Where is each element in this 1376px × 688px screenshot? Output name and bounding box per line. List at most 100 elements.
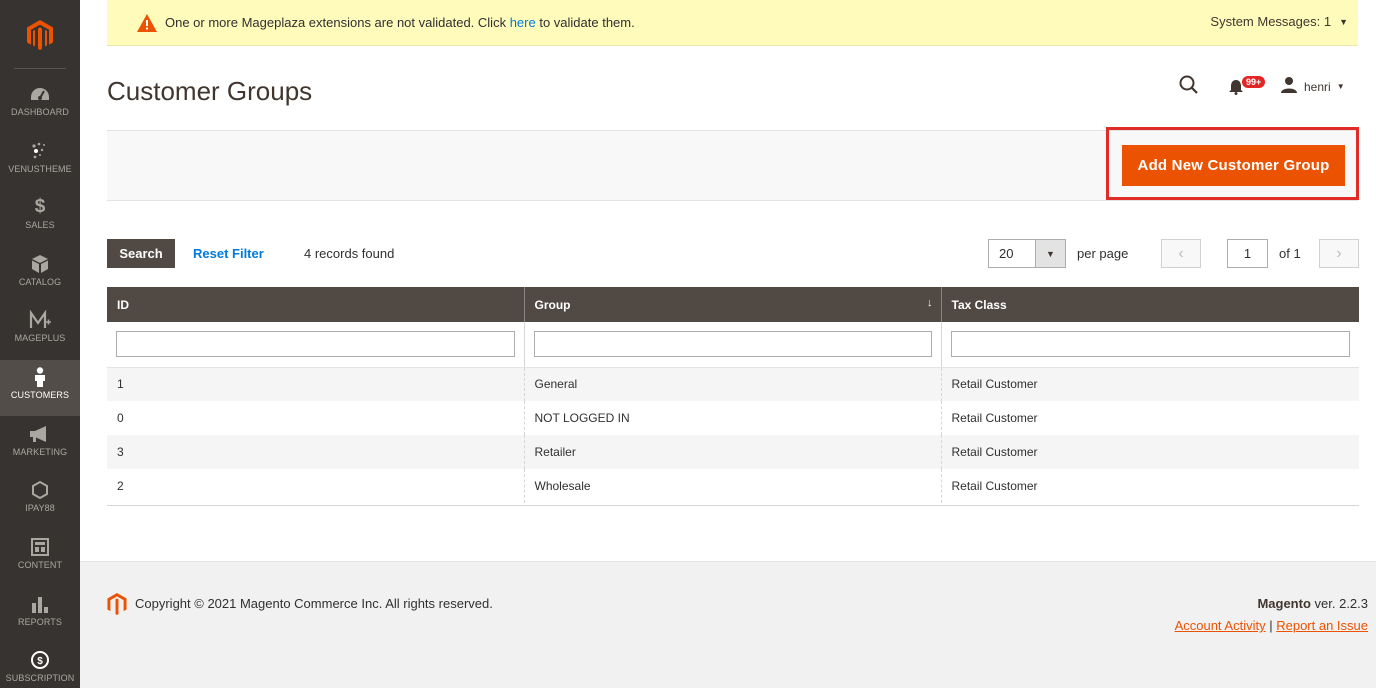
reset-filter-link[interactable]: Reset Filter xyxy=(193,246,264,261)
cell-group: Wholesale xyxy=(523,469,941,503)
sidebar-divider xyxy=(14,68,66,69)
account-activity-link[interactable]: Account Activity xyxy=(1175,618,1266,633)
sidebar-item-label: VENUSTHEME xyxy=(8,164,72,174)
megaphone-icon xyxy=(30,423,50,445)
table-row[interactable]: 3 Retailer Retail Customer xyxy=(107,435,1359,469)
dollar-icon: $ xyxy=(34,196,46,217)
table-row[interactable]: 1 General Retail Customer xyxy=(107,367,1359,401)
column-header-label: Group xyxy=(534,297,571,312)
validate-link[interactable]: here xyxy=(510,15,536,30)
sidebar-item-label: SALES xyxy=(25,220,55,230)
sidebar-item-label: MARKETING xyxy=(12,447,68,457)
tax-class-filter-input[interactable] xyxy=(950,331,1350,358)
sidebar-item-mageplus[interactable]: MAGEPLUS xyxy=(0,303,80,359)
cell-id: 3 xyxy=(107,435,524,469)
column-header-group[interactable]: Group ↓ xyxy=(523,287,941,322)
sparkle-icon xyxy=(30,140,50,162)
sidebar-item-label: MAGEPLUS xyxy=(14,333,66,343)
sidebar-item-label: REPORTS xyxy=(17,617,63,627)
brand-name: Magento xyxy=(1257,596,1311,611)
column-header-tax-class[interactable]: Tax Class xyxy=(940,287,1359,322)
cell-tax-class: Retail Customer xyxy=(940,469,1359,503)
report-issue-link[interactable]: Report an Issue xyxy=(1276,618,1368,633)
filter-row xyxy=(107,322,1359,368)
notification-badge: 99+ xyxy=(1242,76,1266,88)
filter-cell-tax-class xyxy=(940,322,1359,368)
chevron-left-icon: ‹ xyxy=(1178,244,1184,262)
sidebar-item-venustheme[interactable]: VENUSTHEME xyxy=(0,134,80,190)
column-header-id[interactable]: ID xyxy=(107,287,524,322)
notifications-button[interactable]: 99+ xyxy=(1228,76,1268,96)
user-name: henri xyxy=(1304,79,1331,94)
page-title: Customer Groups xyxy=(107,76,313,106)
system-message-text: One or more Mageplaza extensions are not… xyxy=(165,15,635,30)
system-message-bar: One or more Mageplaza extensions are not… xyxy=(107,0,1358,46)
sidebar-item-ipay88[interactable]: IPAY88 xyxy=(0,473,80,529)
person-icon xyxy=(33,366,47,388)
cell-group: NOT LOGGED IN xyxy=(523,401,941,435)
footer-links: Account Activity | Report an Issue xyxy=(1175,618,1368,633)
cell-tax-class: Retail Customer xyxy=(940,367,1359,401)
version-text: Magento ver. 2.2.3 xyxy=(1257,596,1368,611)
table-row[interactable]: 2 Wholesale Retail Customer xyxy=(107,469,1359,503)
filter-cell-group xyxy=(523,322,941,368)
mageplus-icon xyxy=(29,309,51,331)
sidebar-item-label: DASHBOARD xyxy=(11,107,69,117)
caret-down-icon: ▼ xyxy=(1336,82,1345,91)
cell-id: 0 xyxy=(107,401,524,435)
caret-down-icon: ▼ xyxy=(1339,16,1348,27)
chevron-down-icon: ▼ xyxy=(1035,240,1065,267)
user-menu[interactable]: henri ▼ xyxy=(1280,76,1345,97)
magento-logo-icon xyxy=(107,593,127,615)
sidebar-item-dashboard[interactable]: DASHBOARD xyxy=(0,77,80,133)
sidebar-item-marketing[interactable]: MARKETING xyxy=(0,417,80,473)
sidebar-item-sales[interactable]: $ SALES xyxy=(0,190,80,246)
system-message-suffix: to validate them. xyxy=(535,15,635,30)
filter-cell-id xyxy=(107,322,524,368)
next-page-button[interactable]: › xyxy=(1319,239,1359,268)
per-page-select[interactable]: 20 ▼ xyxy=(988,239,1066,268)
page-number-input[interactable]: 1 xyxy=(1227,239,1268,268)
sidebar-item-label: CONTENT xyxy=(17,560,63,570)
cell-id: 2 xyxy=(107,469,524,503)
copyright-text: Copyright © 2021 Magento Commerce Inc. A… xyxy=(135,596,493,611)
table-row[interactable]: 0 NOT LOGGED IN Retail Customer xyxy=(107,401,1359,435)
cube-icon xyxy=(32,253,48,275)
sidebar-item-catalog[interactable]: CATALOG xyxy=(0,247,80,303)
link-separator: | xyxy=(1265,618,1277,633)
add-new-customer-group-button[interactable]: Add New Customer Group xyxy=(1122,145,1345,186)
warning-icon xyxy=(137,13,157,32)
previous-page-button[interactable]: ‹ xyxy=(1161,239,1201,268)
hexagon-icon xyxy=(32,479,48,501)
subscription-icon: $ xyxy=(29,649,51,671)
system-message-prefix: One or more Mageplaza extensions are not… xyxy=(165,15,510,30)
chevron-right-icon: › xyxy=(1336,244,1342,262)
cell-tax-class: Retail Customer xyxy=(940,435,1359,469)
total-pages-label: of 1 xyxy=(1279,246,1301,261)
sidebar-item-subscription[interactable]: $ SUBSCRIPTION xyxy=(0,643,80,688)
id-filter-input[interactable] xyxy=(116,331,515,358)
sidebar-item-content[interactable]: CONTENT xyxy=(0,530,80,586)
admin-sidebar: DASHBOARD VENUSTHEME $ SALES CATALOG MAG… xyxy=(0,0,80,688)
system-messages-toggle[interactable]: System Messages: 1 ▼ xyxy=(1210,14,1348,29)
search-icon[interactable] xyxy=(1178,74,1200,96)
bar-chart-icon xyxy=(31,593,49,615)
svg-text:$: $ xyxy=(37,656,43,667)
sidebar-item-customers[interactable]: CUSTOMERS xyxy=(0,360,80,416)
magento-logo-icon[interactable] xyxy=(0,0,80,70)
customer-groups-grid: ID Group ↓ Tax Class 1 General Retail Cus… xyxy=(107,287,1359,503)
sidebar-item-reports[interactable]: REPORTS xyxy=(0,587,80,643)
cell-group: Retailer xyxy=(523,435,941,469)
grid-bottom-border xyxy=(107,505,1359,506)
search-button[interactable]: Search xyxy=(107,239,175,268)
group-filter-input[interactable] xyxy=(533,331,932,358)
per-page-label: per page xyxy=(1077,246,1129,261)
version-number: ver. 2.2.3 xyxy=(1310,596,1368,611)
layout-icon xyxy=(31,536,49,558)
sidebar-item-label: CUSTOMERS xyxy=(10,390,70,400)
cell-tax-class: Retail Customer xyxy=(940,401,1359,435)
speedometer-icon xyxy=(30,83,50,105)
records-found-count: 4 records found xyxy=(304,246,395,261)
user-icon xyxy=(1280,76,1298,97)
sidebar-item-label: CATALOG xyxy=(18,277,62,287)
